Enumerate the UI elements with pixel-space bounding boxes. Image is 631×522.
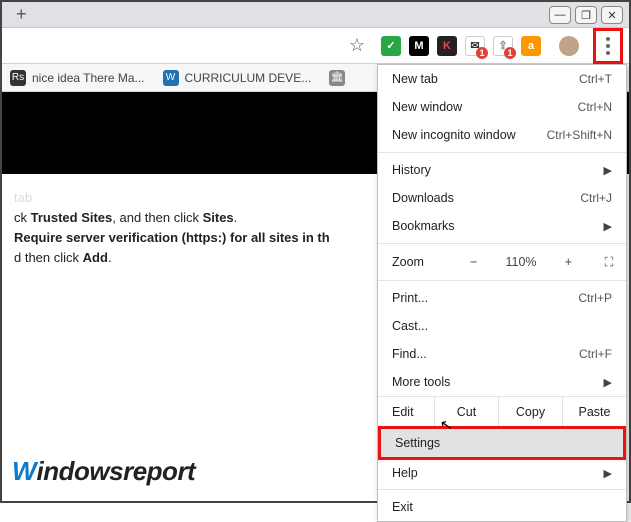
toolbar: ☆ ✓ M K ✉1 ⇪1 a xyxy=(2,28,629,64)
edit-cut-button[interactable]: Cut xyxy=(434,397,498,426)
bookmark-star-icon[interactable]: ☆ xyxy=(349,35,373,56)
menu-item-cast[interactable]: Cast... xyxy=(378,312,626,340)
menu-edit-row: Edit Cut Copy Paste xyxy=(378,396,626,426)
chrome-menu: New tabCtrl+T New windowCtrl+N New incog… xyxy=(377,64,627,522)
zoom-value: 110% xyxy=(497,255,544,269)
shortcut: Ctrl+N xyxy=(578,100,612,114)
menu-item-exit[interactable]: Exit xyxy=(378,493,626,521)
chevron-right-icon: ▶ xyxy=(604,376,612,389)
shortcut: Ctrl+T xyxy=(579,72,612,86)
zoom-out-button[interactable]: − xyxy=(450,255,497,269)
bookmark-favicon: 🏛 xyxy=(329,70,345,86)
window-controls: — ❐ ✕ xyxy=(549,6,623,24)
profile-avatar-icon[interactable] xyxy=(559,36,579,56)
bookmark-item[interactable]: Rs nice idea There Ma... xyxy=(10,70,145,86)
zoom-in-button[interactable]: + xyxy=(545,255,592,269)
tab-strip: + xyxy=(2,2,629,28)
edit-paste-button[interactable]: Paste xyxy=(562,397,626,426)
badge: 1 xyxy=(504,47,516,59)
minimize-button[interactable]: — xyxy=(549,6,571,24)
edit-copy-button[interactable]: Copy xyxy=(498,397,562,426)
menu-item-bookmarks[interactable]: Bookmarks▶ xyxy=(378,212,626,240)
edit-label: Edit xyxy=(378,397,434,426)
highlight-settings: Settings xyxy=(378,426,626,460)
bookmark-favicon: Rs xyxy=(10,70,26,86)
menu-item-newwindow[interactable]: New windowCtrl+N xyxy=(378,93,626,121)
maximize-button[interactable]: ❐ xyxy=(575,6,597,24)
bookmark-item[interactable]: 🏛 xyxy=(329,70,345,86)
grammarly-icon[interactable]: ✓ xyxy=(381,36,401,56)
k-icon[interactable]: K xyxy=(437,36,457,56)
menu-item-incognito[interactable]: New incognito windowCtrl+Shift+N xyxy=(378,121,626,149)
menu-item-newtab[interactable]: New tabCtrl+T xyxy=(378,65,626,93)
chevron-right-icon: ▶ xyxy=(604,164,612,177)
shortcut: Ctrl+Shift+N xyxy=(547,128,612,142)
save-icon[interactable]: ⇪1 xyxy=(493,36,513,56)
shortcut: Ctrl+J xyxy=(580,191,612,205)
shortcut: Ctrl+P xyxy=(578,291,612,305)
menu-item-moretools[interactable]: More tools▶ xyxy=(378,368,626,396)
bookmark-favicon: W xyxy=(163,70,179,86)
menu-zoom-row: Zoom − 110% + ⛶ xyxy=(378,247,626,277)
chrome-menu-button[interactable] xyxy=(600,33,616,59)
new-tab-button[interactable]: + xyxy=(8,4,35,25)
menu-item-settings[interactable]: Settings xyxy=(381,429,623,457)
menu-item-find[interactable]: Find...Ctrl+F xyxy=(378,340,626,368)
zoom-label: Zoom xyxy=(378,255,450,269)
windowsreport-logo: Windowsreport xyxy=(12,456,195,487)
amazon-icon[interactable]: a xyxy=(521,36,541,56)
bookmark-label: nice idea There Ma... xyxy=(32,71,145,85)
badge: 1 xyxy=(476,47,488,59)
menu-item-history[interactable]: History▶ xyxy=(378,156,626,184)
mail-icon[interactable]: ✉1 xyxy=(465,36,485,56)
shortcut: Ctrl+F xyxy=(579,347,612,361)
menu-item-print[interactable]: Print...Ctrl+P xyxy=(378,284,626,312)
close-button[interactable]: ✕ xyxy=(601,6,623,24)
menu-item-downloads[interactable]: DownloadsCtrl+J xyxy=(378,184,626,212)
highlight-menu-button xyxy=(593,28,623,64)
chevron-right-icon: ▶ xyxy=(604,220,612,233)
bookmark-label: CURRICULUM DEVE... xyxy=(185,71,312,85)
m-icon[interactable]: M xyxy=(409,36,429,56)
fullscreen-icon[interactable]: ⛶ xyxy=(592,255,626,270)
menu-item-help[interactable]: Help▶ xyxy=(378,460,626,486)
chevron-right-icon: ▶ xyxy=(604,467,612,480)
bookmark-item[interactable]: W CURRICULUM DEVE... xyxy=(163,70,312,86)
